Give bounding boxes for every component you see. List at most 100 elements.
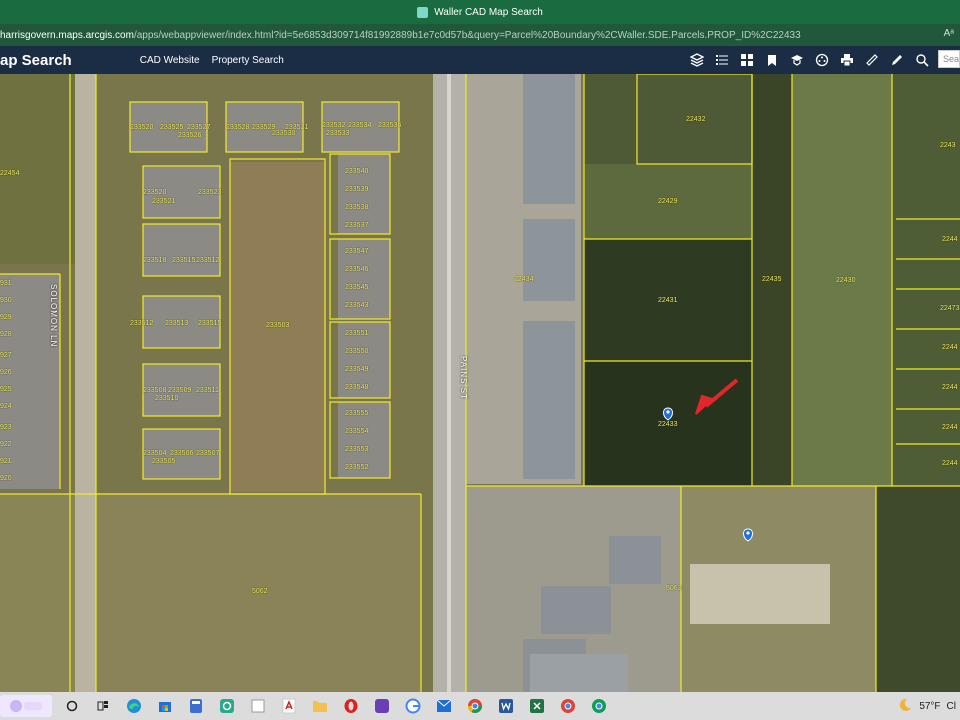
weather-icon[interactable] xyxy=(897,697,913,716)
layers-icon[interactable] xyxy=(687,50,707,70)
teal-app-icon[interactable] xyxy=(216,695,238,717)
parcel-label: 233512 xyxy=(196,257,220,264)
parcel-label: 22429 xyxy=(658,198,678,205)
parcel-label: 930 xyxy=(0,297,12,304)
word-icon[interactable] xyxy=(495,695,517,717)
parcel-label: 922 xyxy=(0,441,12,448)
task-view-icon[interactable] xyxy=(92,695,114,717)
outlook-icon[interactable] xyxy=(433,695,455,717)
parcel-label: 233540 xyxy=(345,168,369,175)
parcel-label: 233534 xyxy=(348,122,372,129)
street-label-pains: PAINS ST xyxy=(459,356,468,400)
parcel-label: 22473 xyxy=(940,305,960,312)
parcel-label: 233528 xyxy=(226,124,250,131)
parcel-label: 233521 xyxy=(152,198,176,205)
parcel-label: 22430 xyxy=(836,277,856,284)
parcel-label: 2244 xyxy=(942,236,958,243)
parcel-label: 22432 xyxy=(686,116,706,123)
file-explorer-icon[interactable] xyxy=(309,695,331,717)
store-icon[interactable] xyxy=(154,695,176,717)
opera-icon[interactable] xyxy=(340,695,362,717)
bookmark-icon[interactable] xyxy=(762,50,782,70)
parcel-label: 233511 xyxy=(196,387,219,394)
parcel-label: 5063 xyxy=(666,585,682,592)
parcel-label: 233551 xyxy=(345,330,369,337)
parcel-label: 233513 xyxy=(165,320,189,327)
excel-icon[interactable] xyxy=(526,695,548,717)
draw-icon[interactable] xyxy=(887,50,907,70)
parcel-label: 233504 xyxy=(143,450,167,457)
parcel-label: 22431 xyxy=(658,297,678,304)
search-input[interactable]: Sea xyxy=(938,50,960,68)
parcel-label: 233527 xyxy=(187,124,211,131)
acrobat-icon[interactable] xyxy=(278,695,300,717)
parcel-label: 233533 xyxy=(326,130,350,137)
search-icon[interactable] xyxy=(61,695,83,717)
edge-browser-icon[interactable] xyxy=(123,695,145,717)
parcel-label: 233518 xyxy=(143,257,167,264)
parcel-label: 233515 xyxy=(198,320,222,327)
url-host[interactable]: harrisgovern.maps.arcgis.com xyxy=(0,30,134,41)
parcel-label: 233512 xyxy=(130,320,154,327)
parcel-label: 233553 xyxy=(345,446,369,453)
parcel-label: 2244 xyxy=(942,460,958,467)
education-icon[interactable] xyxy=(787,50,807,70)
parcel-label: 924 xyxy=(0,403,12,410)
google-icon[interactable] xyxy=(402,695,424,717)
chrome-icon[interactable] xyxy=(464,695,486,717)
parcel-label: 233526 xyxy=(178,132,202,139)
parcel-label: 233538 xyxy=(345,204,369,211)
print-icon[interactable] xyxy=(837,50,857,70)
parcel-label: 233550 xyxy=(345,348,369,355)
parcel-label: 927 xyxy=(0,352,12,359)
parcel-label: 233549 xyxy=(345,366,369,373)
parcel-label: 233554 xyxy=(345,428,369,435)
url-path[interactable]: /apps/webappviewer/index.html?id=5e6853d… xyxy=(134,30,801,41)
calculator-icon[interactable] xyxy=(185,695,207,717)
parcel-label: 921 xyxy=(0,458,12,465)
weather-description[interactable]: Cl xyxy=(947,701,956,712)
list-icon[interactable] xyxy=(712,50,732,70)
film-icon[interactable] xyxy=(812,50,832,70)
parcel-label: 233520 xyxy=(130,124,154,131)
parcel-label: 233530 xyxy=(272,130,296,137)
map-view[interactable]: SOLOMON LN PAINS ST 233520 233525 233527… xyxy=(0,74,960,692)
os-taskbar: 57°F Cl xyxy=(0,692,960,720)
weather-temperature[interactable]: 57°F xyxy=(919,701,940,712)
parcel-label: 233545 xyxy=(345,284,369,291)
property-search-link[interactable]: Property Search xyxy=(212,55,284,66)
blank-app-icon[interactable] xyxy=(247,695,269,717)
address-bar[interactable]: harrisgovern.maps.arcgis.com /apps/webap… xyxy=(0,24,960,46)
widgets-icon[interactable] xyxy=(0,695,52,717)
parcel-label: 233510 xyxy=(155,395,179,402)
parcel-label: 923 xyxy=(0,424,12,431)
parcel-label: 233525 xyxy=(160,124,184,131)
parcel-label: 233539 xyxy=(345,186,369,193)
parcel-label: 233506 xyxy=(170,450,194,457)
purple-app-icon[interactable] xyxy=(371,695,393,717)
browser-title-bar: Waller CAD Map Search xyxy=(0,0,960,24)
parcel-label: 233532 xyxy=(322,122,346,129)
read-aloud-icon[interactable]: Aᵃ xyxy=(944,28,954,39)
parcel-label: 233505 xyxy=(152,458,176,465)
window-title: Waller CAD Map Search xyxy=(434,6,543,18)
app-header: ap Search CAD Website Property Search Se… xyxy=(0,46,960,74)
parcel-label: 233503 xyxy=(266,322,290,329)
widget-toolbar xyxy=(687,50,932,70)
measure-icon[interactable] xyxy=(862,50,882,70)
parcel-label: 233508 xyxy=(143,387,167,394)
basemap-gallery-icon[interactable] xyxy=(737,50,757,70)
parcel-label: 233520 xyxy=(143,189,167,196)
cad-website-link[interactable]: CAD Website xyxy=(140,55,200,66)
parcel-label: 22433 xyxy=(658,421,678,428)
chrome-profile-icon[interactable] xyxy=(557,695,579,717)
parcel-label: 928 xyxy=(0,331,12,338)
parcel-label: 233555 xyxy=(345,410,369,417)
parcel-label: 233537 xyxy=(345,222,369,229)
chrome-app-icon[interactable] xyxy=(588,695,610,717)
parcel-label: 2244 xyxy=(942,384,958,391)
parcel-label: 233548 xyxy=(345,384,369,391)
parcel-label: 233552 xyxy=(345,464,369,471)
parcel-label: 22434 xyxy=(514,276,534,283)
zoom-search-icon[interactable] xyxy=(912,50,932,70)
